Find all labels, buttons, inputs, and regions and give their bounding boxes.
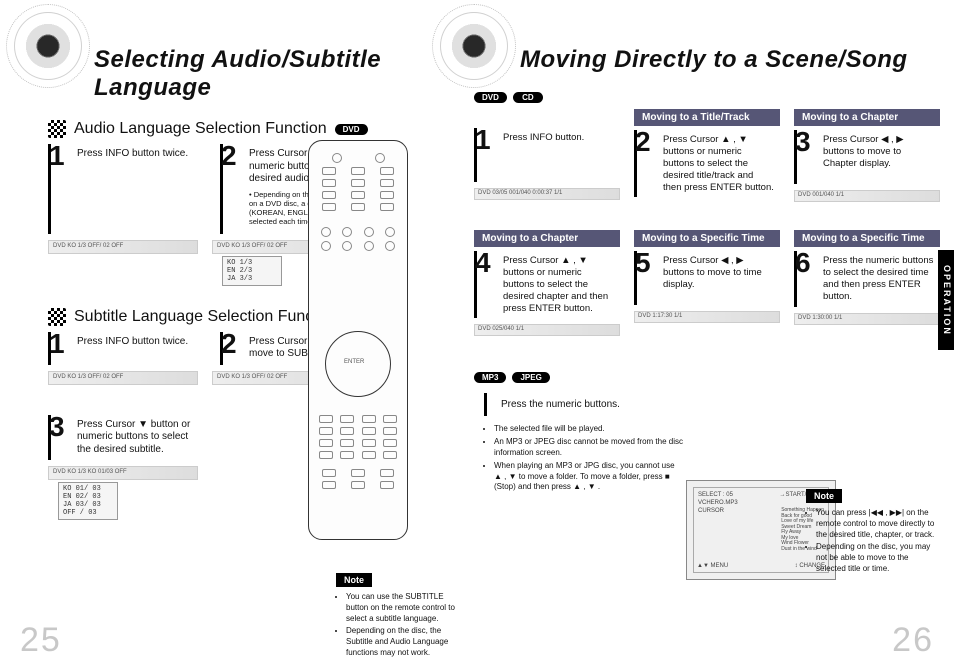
col-head: Moving to a Specific Time <box>634 230 780 247</box>
note-label: Note <box>806 489 842 503</box>
speaker-decor-icon <box>14 12 82 80</box>
page-title-left: Selecting Audio/Subtitle Language <box>94 46 412 102</box>
step-number: 1 <box>49 330 69 358</box>
section-heading: Subtitle Language Selection Function <box>74 308 339 326</box>
step-number: 5 <box>635 249 655 277</box>
steps-row-bottom: Moving to a Chapter 4 Press Cursor ▲ , ▼… <box>474 230 940 336</box>
remote-control-illustration <box>308 140 408 540</box>
note-label: Note <box>336 573 372 587</box>
section-heading: Audio Language Selection Function <box>74 120 327 138</box>
osd-strip: DVD KO 1/3 OFF/ 02 OFF <box>48 371 198 385</box>
checker-icon <box>48 120 66 138</box>
osd-strip: DVD 1:17:30 1/1 <box>634 311 780 323</box>
dpad-icon <box>325 331 391 397</box>
osd-strip: DVD 03/05 001/040 0:00:37 1/1 <box>474 188 620 200</box>
step-text: Press Cursor ▲ , ▼ buttons or numeric bu… <box>503 255 614 314</box>
step-number: 1 <box>475 126 495 154</box>
step-number: 2 <box>221 330 241 358</box>
page-26: Moving Directly to a Scene/Song DVD CD 1… <box>426 0 954 666</box>
step-text: Press Cursor ◀ , ▶ buttons to move to Ch… <box>823 134 934 170</box>
badge-dvd: DVD <box>335 124 368 135</box>
checker-icon <box>48 308 66 326</box>
col-1: 1 Press INFO button. DVD 03/05 001/040 0… <box>474 109 620 202</box>
col-4: Moving to a Chapter 4 Press Cursor ▲ , ▼… <box>474 230 620 336</box>
step-number: 2 <box>221 142 241 170</box>
col-5: Moving to a Specific Time 5 Press Cursor… <box>634 230 780 336</box>
col-head: Moving to a Title/Track <box>634 109 780 126</box>
osd-strip: DVD 025/040 1/1 <box>474 324 620 336</box>
speaker-decor-icon <box>440 12 508 80</box>
step-text: Press INFO button twice. <box>77 336 200 349</box>
col-head: Moving to a Specific Time <box>794 230 940 247</box>
badge-mp3: MP3 <box>474 372 506 383</box>
step-b3: 3 Press Cursor ▼ button or numeric butto… <box>48 415 206 461</box>
step-1: 1 Press INFO button twice. <box>48 144 206 234</box>
badge-jpeg: JPEG <box>512 372 549 383</box>
step-text: Press Cursor ◀ , ▶ buttons to move to ti… <box>663 255 774 291</box>
note-item: You can press |◀◀ , ▶▶| on the remote co… <box>816 508 936 540</box>
badge-dvd: DVD <box>474 92 507 103</box>
step-text: Press INFO button. <box>503 132 614 144</box>
osd-cursor: CURSOR <box>698 508 724 552</box>
mp3-instruction-text: Press the numeric buttons. <box>501 399 620 410</box>
col-3: Moving to a Chapter 3 Press Cursor ◀ , ▶… <box>794 109 940 202</box>
page-title-right: Moving Directly to a Scene/Song <box>520 46 940 74</box>
osd-strip: DVD KO 1/3 KO 01/03 OFF <box>48 466 198 480</box>
mp3-note-item: When playing an MP3 or JPG disc, you can… <box>494 461 684 493</box>
mp3-instruction-box: Press the numeric buttons. <box>484 393 634 416</box>
note-list: You can press |◀◀ , ▶▶| on the remote co… <box>806 508 936 575</box>
step-number: 4 <box>475 249 495 277</box>
mp3-note-item: An MP3 or JPEG disc cannot be moved from… <box>494 437 684 459</box>
osd-bottom-left: ▲▼ MENU <box>697 563 728 569</box>
step-number: 1 <box>49 142 69 170</box>
badge-cd: CD <box>513 92 543 103</box>
step-number: 3 <box>49 413 69 441</box>
page-number: 26 <box>892 621 934 660</box>
step-number: 3 <box>795 128 815 156</box>
operation-tab: OPERATION <box>938 250 954 350</box>
page-number: 25 <box>20 621 62 660</box>
mp3-notes-list: The selected file will be played. An MP3… <box>484 424 684 493</box>
col-head: Moving to a Chapter <box>474 230 620 247</box>
page-25: Selecting Audio/Subtitle Language Audio … <box>0 0 426 666</box>
step-b1: 1 Press INFO button twice. <box>48 332 206 365</box>
mp3-note-item: The selected file will be played. <box>494 424 684 435</box>
osd-strip: DVD KO 1/3 OFF/ 02 OFF <box>48 240 198 254</box>
steps-row-top: 1 Press INFO button. DVD 03/05 001/040 0… <box>474 109 940 202</box>
language-stack: KO 1/3 EN 2/3 JA 3/3 <box>222 256 282 286</box>
step-text: Press Cursor ▲ , ▼ buttons or numeric bu… <box>663 134 774 193</box>
step-text: Press Cursor ▼ button or numeric buttons… <box>77 419 200 457</box>
step-number: 2 <box>635 128 655 156</box>
osd-strip: DVD 1:30:00 1/1 <box>794 313 940 325</box>
step-text: Press the numeric buttons to select the … <box>823 255 934 303</box>
col-6: Moving to a Specific Time 6 Press the nu… <box>794 230 940 336</box>
osd-strip: DVD 001/040 1/1 <box>794 190 940 202</box>
osd-folder: VCHERO.MP3 <box>698 500 738 506</box>
osd-top-left: SELECT : 05 <box>698 492 733 498</box>
step-number: 6 <box>795 249 815 277</box>
step-text: Press INFO button twice. <box>77 148 200 161</box>
col-head: Moving to a Chapter <box>794 109 940 126</box>
section-audio-lang: Audio Language Selection Function DVD <box>48 120 412 138</box>
col-2: Moving to a Title/Track 2 Press Cursor ▲… <box>634 109 780 202</box>
note-block: Note You can press |◀◀ , ▶▶| on the remo… <box>806 486 936 577</box>
note-item: Depending on the disc, you may not be ab… <box>816 542 936 574</box>
language-stack: KO 01/ 03 EN 02/ 03 JA 03/ 03 OFF / 03 <box>58 482 118 520</box>
